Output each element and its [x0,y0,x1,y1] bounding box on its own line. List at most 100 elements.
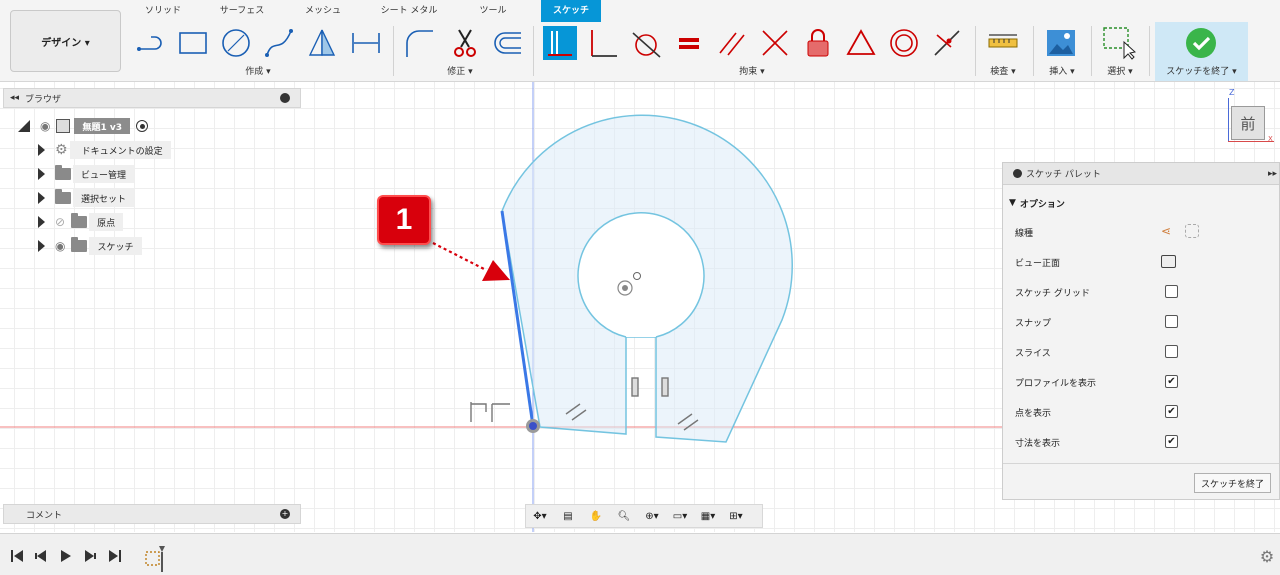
tab-surface[interactable]: サーフェス [214,0,270,22]
show-dimensions-checkbox[interactable]: ✔ [1165,435,1178,448]
finish-sketch-check-icon[interactable] [1185,27,1217,62]
tree-item-sketches[interactable]: ◉ スケッチ [38,236,142,256]
go-to-end-icon[interactable] [106,548,124,564]
create-group-label[interactable]: 作成 ▾ [238,64,278,77]
palette-row-label: 線種 [1015,228,1034,239]
rectangle-tool-icon[interactable] [176,26,210,60]
select-group-label[interactable]: 選択 ▾ [1100,64,1140,77]
visibility-eye-icon[interactable]: ◉ [55,239,65,253]
coincident-constraint-icon[interactable] [543,26,577,60]
inspect-group-label[interactable]: 検査 ▾ [983,64,1023,77]
construction-line-icon[interactable]: ⋖ [1161,224,1171,238]
options-section-header[interactable]: ▼ オプション [1009,193,1209,213]
tree-item-view-management[interactable]: ビュー管理 [38,164,135,184]
parallel-constraint-icon[interactable] [715,26,749,60]
horizontal-vertical-constraint-icon[interactable] [844,26,878,60]
collapse-root-icon[interactable] [18,120,30,132]
fit-zoom-icon[interactable]: ⊕▾ [638,505,666,527]
grid-settings-icon[interactable]: ▦▾ [694,505,722,527]
orbit-icon[interactable]: ✥▾ [526,505,554,527]
tangent-constraint-icon[interactable] [629,26,663,60]
go-to-start-icon[interactable] [8,548,26,564]
trim-scissors-icon[interactable] [448,26,482,60]
tree-item-label: 原点 [89,213,124,231]
equal-constraint-icon[interactable] [672,26,706,60]
expand-arrow-icon[interactable] [38,168,45,180]
fillet-tool-icon[interactable] [402,26,436,60]
callout-arrow-line [432,242,485,270]
step-forward-icon[interactable] [81,548,99,564]
timeline-settings-gear-icon[interactable]: ⚙ [1258,547,1276,566]
expand-arrow-icon[interactable] [38,144,45,156]
measure-ruler-icon[interactable] [986,26,1020,60]
line-tool-icon[interactable] [134,26,168,60]
circle-tool-icon[interactable] [219,26,253,60]
tree-item-origin[interactable]: ⊘ 原点 [38,212,124,232]
midpoint-constraint-icon[interactable] [930,26,964,60]
expand-arrow-icon[interactable] [38,240,45,252]
pan-hand-icon[interactable]: ✋ [582,505,610,527]
viewcube[interactable]: Z X 前 [1224,88,1274,144]
browser-toggle-icon[interactable] [280,93,290,103]
modify-group-label[interactable]: 修正 ▾ [440,64,480,77]
document-component-icon [56,119,71,133]
timeline-sketch-feature-icon[interactable] [143,544,169,572]
snap-checkbox[interactable] [1165,315,1178,328]
comment-bar[interactable]: コメント + [3,504,301,524]
step-back-icon[interactable] [32,548,50,564]
offset-tool-icon[interactable] [490,26,524,60]
tab-sheet-metal[interactable]: シート メタル [376,0,442,22]
finish-sketch-button[interactable]: スケッチを終了 [1193,473,1271,493]
fix-lock-icon[interactable] [801,26,835,60]
look-at-icon[interactable]: ▤ [554,505,582,527]
slice-checkbox[interactable] [1165,345,1178,358]
palette-toggle-icon[interactable] [1013,169,1022,178]
tree-root-row[interactable]: ◉ 無題1 v3 [18,116,149,136]
browser-header[interactable]: ◂◂ ブラウザ [3,88,301,108]
show-points-checkbox[interactable]: ✔ [1165,405,1178,418]
design-workspace-button[interactable]: デザイン ▾ [10,10,121,72]
finish-sketch-label[interactable]: スケッチを終了 ▾ [1155,64,1248,77]
folder-icon [71,213,88,228]
palette-row-label: 点を表示 [1015,408,1052,419]
display-settings-icon[interactable]: ▭▾ [666,505,694,527]
zoom-icon[interactable]: 🔍︎ [610,505,638,527]
viewports-icon[interactable]: ⊞▾ [722,505,750,527]
concentric-constraint-icon[interactable] [887,26,921,60]
constrain-group-label[interactable]: 拘束 ▾ [732,64,772,77]
tree-item-document-settings[interactable]: ⚙ ドキュメントの設定 [38,140,171,160]
tab-tools[interactable]: ツール [472,0,514,22]
sketch-grid-checkbox[interactable] [1165,285,1178,298]
look-at-icon[interactable] [1161,255,1176,268]
palette-expand-icon[interactable]: ▸▸ [1268,169,1277,179]
document-root-label[interactable]: 無題1 v3 [74,118,131,134]
dimension-tool-icon[interactable] [349,26,383,60]
viewcube-front-face[interactable]: 前 [1231,106,1265,140]
collinear-constraint-icon[interactable] [758,26,792,60]
palette-header[interactable]: スケッチ パレット ▸▸ [1003,163,1279,185]
add-comment-icon[interactable]: + [280,509,290,519]
expand-arrow-icon[interactable] [38,216,45,228]
insert-image-icon[interactable] [1044,26,1078,60]
insert-group-label[interactable]: 挿入 ▾ [1042,64,1082,77]
show-profile-checkbox[interactable]: ✔ [1165,375,1178,388]
mirror-tool-icon[interactable] [305,26,339,60]
tab-sketch[interactable]: スケッチ [541,0,601,22]
finish-sketch-area[interactable]: スケッチを終了 ▾ [1155,22,1248,81]
spline-tool-icon[interactable] [262,26,296,60]
play-icon[interactable] [56,548,74,564]
activate-radio-icon[interactable] [136,120,149,132]
tab-solid[interactable]: ソリッド [140,0,186,22]
collapse-browser-icon[interactable]: ◂◂ [10,93,19,103]
tab-mesh[interactable]: メッシュ [300,0,346,22]
select-window-icon[interactable] [1102,26,1136,60]
palette-row-linetype: 線種 ⋖ [1015,222,1215,242]
collapse-triangle-icon[interactable]: ▼ [1009,198,1016,208]
expand-arrow-icon[interactable] [38,192,45,204]
tree-item-selection-sets[interactable]: 選択セット [38,188,135,208]
folder-icon [55,189,71,204]
perpendicular-constraint-icon[interactable] [586,26,620,60]
centerline-icon[interactable] [1185,224,1199,238]
visibility-eye-icon[interactable]: ◉ [40,119,50,133]
hidden-eye-icon[interactable]: ⊘ [55,215,65,229]
